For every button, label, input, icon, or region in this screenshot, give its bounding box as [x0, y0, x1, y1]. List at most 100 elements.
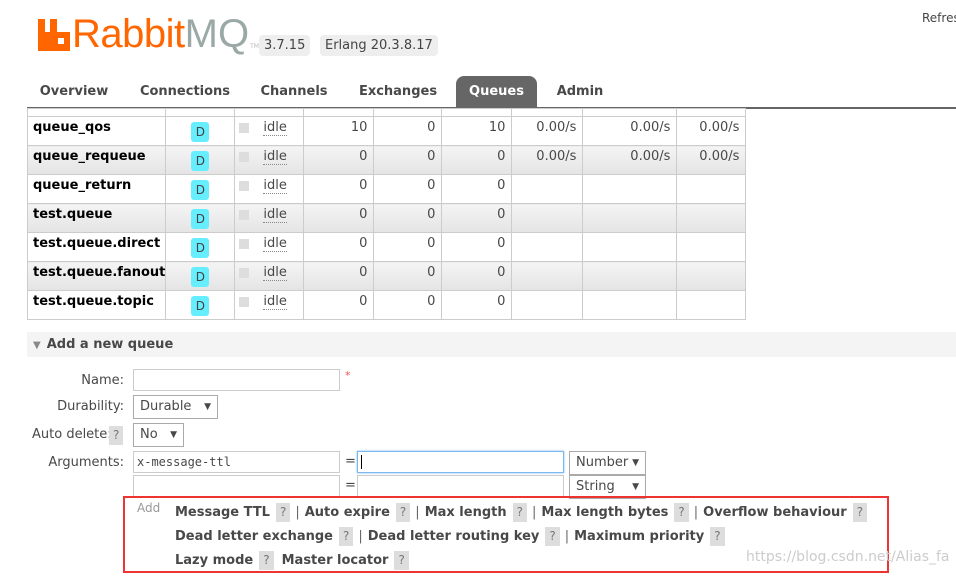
table-row-partial — [26, 108, 747, 117]
argument-key-input-2[interactable] — [133, 475, 340, 497]
durability-value: Durable — [140, 399, 192, 414]
add-queue-section-header[interactable]: ▼ Add a new queue — [27, 332, 956, 357]
table-row: queue_qos Didle 10 0 10 0.00/s 0.00/s 0.00/s — [26, 116, 747, 146]
queue-name-link[interactable]: test.queue — [26, 203, 167, 233]
unacked-cell: 0 — [373, 116, 443, 146]
queue-name-link[interactable]: test.queue.direct — [26, 232, 167, 262]
argument-type-value: Number — [576, 455, 629, 470]
state-cell: idle — [234, 261, 305, 291]
shortcut-max-length-bytes[interactable]: Max length bytes — [541, 505, 668, 520]
shortcut-auto-expire[interactable]: Auto expire — [305, 505, 390, 520]
state-text: idle — [263, 236, 287, 252]
refresh-link[interactable]: Refresh — [922, 11, 956, 25]
unacked-cell: 0 — [373, 174, 443, 204]
total-cell: 0 — [441, 174, 513, 204]
help-icon[interactable]: ? — [395, 503, 411, 522]
shortcut-maximum-priority[interactable]: Maximum priority — [574, 529, 704, 544]
required-marker: * — [345, 369, 351, 382]
ready-cell: 0 — [303, 261, 375, 291]
auto-delete-select[interactable]: No ▼ — [133, 423, 184, 447]
shortcut-overflow-behaviour[interactable]: Overflow behaviour — [703, 505, 847, 520]
auto-delete-label: Auto delete: — [32, 427, 112, 442]
state-text: idle — [263, 120, 287, 136]
unacked-cell: 0 — [373, 290, 443, 320]
ack-cell — [676, 232, 747, 262]
ready-cell: 0 — [303, 232, 375, 262]
shortcut-row: Message TTL? | Auto expire? | Max length? | Ma… — [175, 503, 868, 522]
total-cell: 0 — [441, 203, 513, 233]
table-row: test.queue.direct Didle 0 0 0 — [26, 232, 747, 262]
dropdown-arrow-icon: ▼ — [204, 402, 211, 412]
unacked-cell: 0 — [373, 203, 443, 233]
argument-type-select[interactable]: Number ▼ — [569, 451, 646, 475]
state-indicator-icon — [239, 152, 250, 162]
queue-name-link[interactable]: queue_qos — [26, 116, 167, 146]
deliver-cell — [582, 203, 678, 233]
shortcut-dead-letter-exchange[interactable]: Dead letter exchange — [175, 529, 333, 544]
features-cell: D — [165, 174, 236, 204]
state-cell: idle — [234, 174, 305, 204]
separator: | — [295, 505, 300, 520]
tab-exchanges[interactable]: Exchanges — [352, 76, 444, 108]
argument-value-input-2[interactable] — [357, 475, 564, 497]
total-cell: 10 — [441, 116, 513, 146]
shortcut-master-locator[interactable]: Master locator — [282, 553, 389, 568]
tab-queues[interactable]: Queues — [456, 76, 537, 108]
total-cell: 0 — [441, 290, 513, 320]
help-icon[interactable]: ? — [338, 527, 354, 546]
argument-key-input[interactable]: x-message-ttl — [133, 451, 340, 473]
help-icon[interactable]: ? — [852, 503, 868, 522]
help-icon[interactable]: ? — [275, 503, 291, 522]
queue-name-link[interactable]: queue_return — [26, 174, 167, 204]
queue-name-link[interactable]: test.queue.topic — [26, 290, 167, 320]
ack-cell — [676, 203, 747, 233]
tab-channels[interactable]: Channels — [253, 76, 335, 108]
shortcut-lazy-mode[interactable]: Lazy mode — [175, 553, 253, 568]
tab-admin[interactable]: Admin — [550, 76, 610, 108]
table-row: queue_requeue Didle 0 0 0 0.00/s 0.00/s 0.00/s — [26, 145, 747, 175]
state-text: idle — [263, 207, 287, 223]
argument-value-input[interactable] — [357, 451, 564, 473]
auto-delete-value: No — [140, 427, 158, 442]
incoming-cell — [511, 261, 584, 291]
separator: | — [415, 505, 420, 520]
incoming-cell — [511, 232, 584, 262]
durable-tag: D — [191, 209, 210, 229]
features-cell: D — [165, 290, 236, 320]
durability-select[interactable]: Durable ▼ — [133, 395, 218, 419]
ready-cell: 0 — [303, 174, 375, 204]
section-title: Add a new queue — [46, 337, 174, 352]
name-input[interactable] — [133, 369, 340, 391]
state-indicator-icon — [239, 239, 250, 249]
queue-name-link[interactable]: queue_requeue — [26, 145, 167, 175]
total-cell: 0 — [441, 232, 513, 262]
table-row: test.queue.topic Didle 0 0 0 — [26, 290, 747, 320]
shortcut-dead-letter-routing-key[interactable]: Dead letter routing key — [368, 529, 540, 544]
tab-connections[interactable]: Connections — [133, 76, 237, 108]
deliver-cell: 0.00/s — [582, 116, 678, 146]
state-text: idle — [263, 294, 287, 310]
queue-name-link[interactable]: test.queue.fanout — [26, 261, 167, 291]
durable-tag: D — [191, 151, 210, 171]
help-icon[interactable]: ? — [259, 551, 274, 570]
help-icon[interactable]: ? — [394, 551, 409, 570]
shortcut-message-ttl[interactable]: Message TTL — [175, 505, 270, 520]
tab-overview[interactable]: Overview — [27, 76, 121, 108]
state-cell: idle — [234, 290, 305, 320]
deliver-cell — [582, 290, 678, 320]
help-icon[interactable]: ? — [545, 527, 560, 546]
durability-label: Durability: — [57, 399, 124, 414]
incoming-cell: 0.00/s — [511, 145, 584, 175]
main-nav: Overview Connections Channels Exchanges … — [27, 76, 956, 109]
help-icon[interactable]: ? — [674, 503, 689, 522]
shortcut-max-length[interactable]: Max length — [425, 505, 507, 520]
help-icon[interactable]: ? — [710, 527, 725, 546]
ack-cell — [676, 261, 747, 291]
ack-cell — [676, 174, 747, 204]
features-cell: D — [165, 116, 236, 146]
unacked-cell: 0 — [373, 145, 443, 175]
dropdown-arrow-icon: ▼ — [632, 482, 639, 492]
version-badge: 3.7.15 — [259, 35, 311, 56]
auto-delete-help[interactable]: ? — [109, 426, 124, 445]
help-icon[interactable]: ? — [512, 503, 527, 522]
